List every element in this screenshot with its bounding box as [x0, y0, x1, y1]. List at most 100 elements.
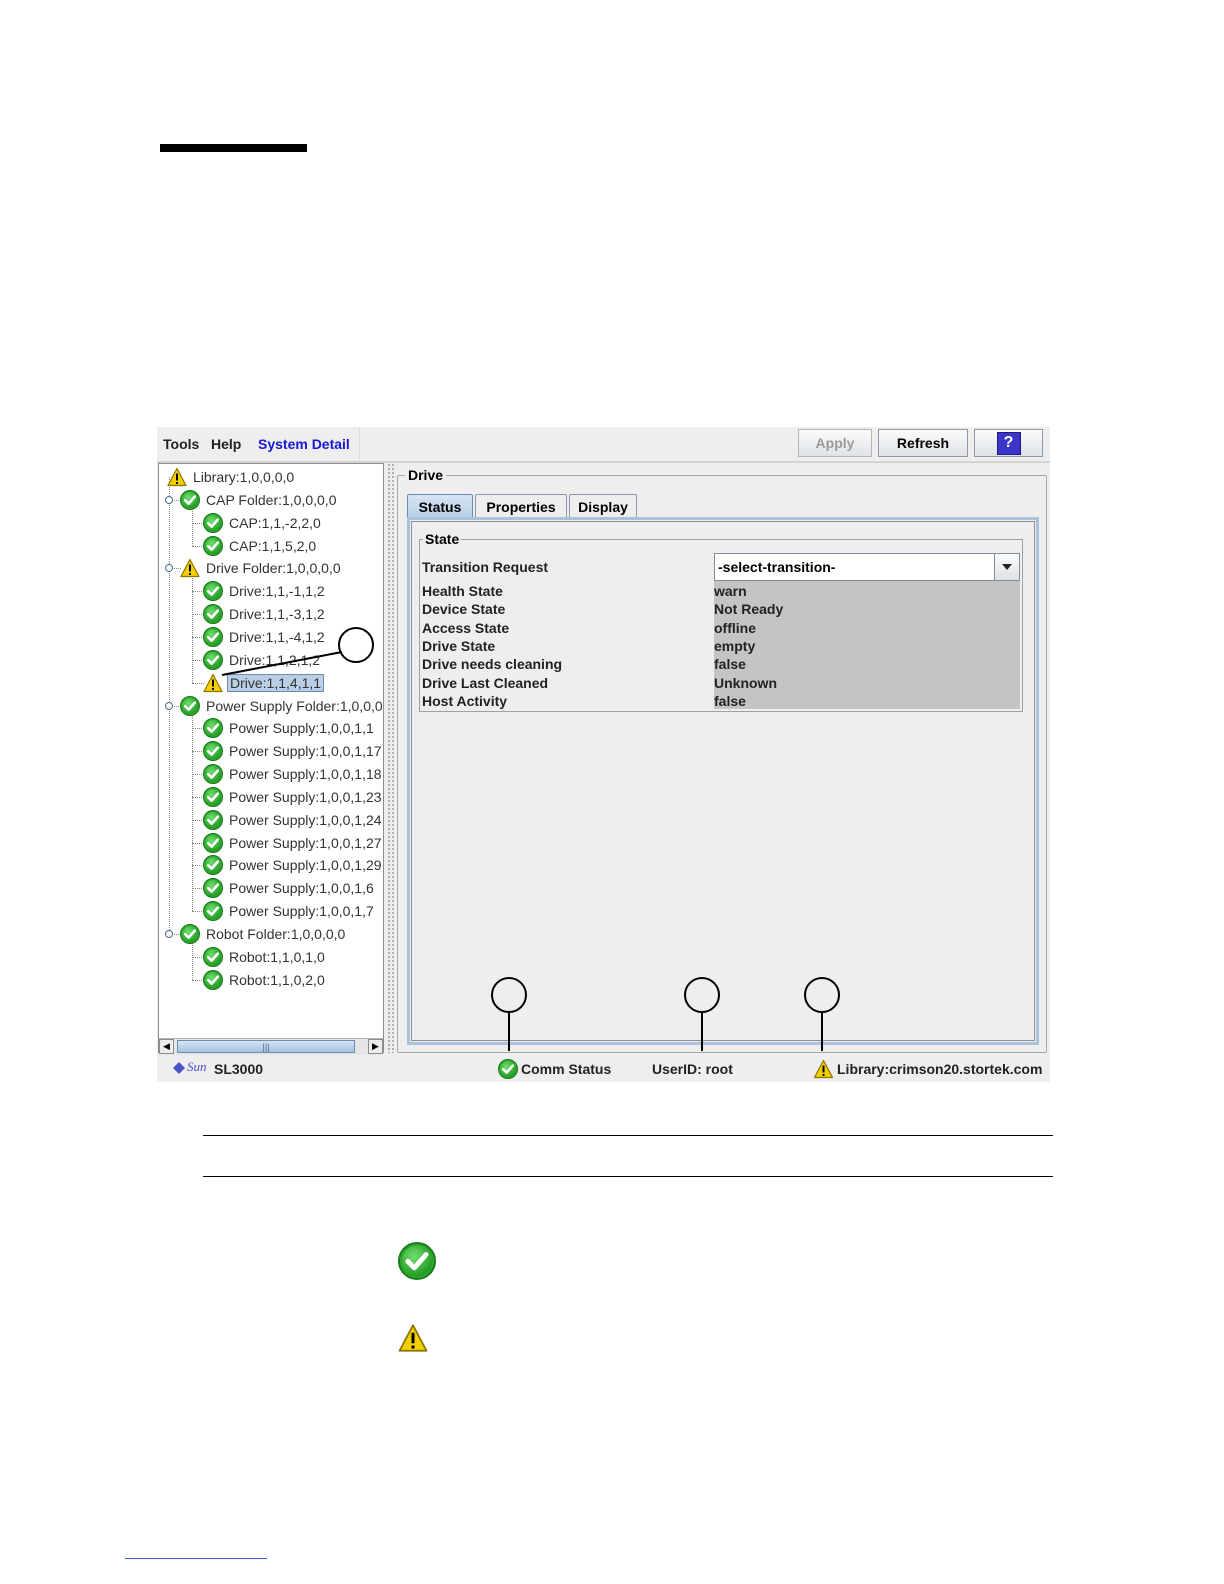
tree-node[interactable]: CAP Folder:1,0,0,0,0 [180, 489, 338, 511]
tree-node-label: Library:1,0,0,0,0 [193, 469, 295, 485]
table-rule-top [203, 1135, 1053, 1136]
tree-expand-handle-icon[interactable] [165, 564, 173, 573]
tree-node[interactable]: Library:1,0,0,0,0 [167, 466, 296, 488]
tree-node[interactable]: Power Supply:1,0,0,1,27 [203, 832, 383, 854]
ok-check-icon [203, 581, 223, 602]
tab-status[interactable]: Status [407, 494, 473, 518]
tree-node[interactable]: Power Supply:1,0,0,1,24 [203, 809, 383, 831]
warning-icon [180, 559, 200, 578]
tree-node-label: CAP Folder:1,0,0,0,0 [206, 491, 337, 508]
ok-check-icon [203, 604, 223, 625]
tree-node[interactable]: Drive Folder:1,0,0,0,0 [180, 557, 343, 579]
tree-horizontal-scrollbar[interactable]: ◀ ||| ▶ [159, 1038, 383, 1055]
sun-logo: Sun [173, 1059, 209, 1077]
state-row-value: false [714, 656, 746, 673]
state-row-value: offline [714, 619, 756, 636]
tree-node[interactable]: Drive:1,1,-3,1,2 [203, 603, 327, 625]
callout-circle-2 [491, 977, 527, 1013]
top-rule [160, 144, 307, 152]
transition-request-select[interactable]: -select-transition- [714, 553, 1020, 581]
ok-check-icon [203, 718, 223, 739]
apply-button[interactable]: Apply [798, 429, 872, 457]
scroll-right-arrow-icon[interactable]: ▶ [368, 1039, 383, 1054]
tree-node[interactable]: Robot Folder:1,0,0,0,0 [180, 923, 347, 945]
refresh-button[interactable]: Refresh [878, 429, 968, 457]
warning-icon [167, 467, 187, 487]
tree-node[interactable]: Power Supply:1,0,0,1,23 [203, 786, 383, 808]
app-window: Tools Help System Detail Apply Refresh ?… [157, 427, 1050, 1082]
state-row-label: Drive needs cleaning [422, 656, 563, 673]
tree-node-label: Power Supply:1,0,0,1,17 [229, 743, 382, 760]
scroll-left-arrow-icon[interactable]: ◀ [159, 1039, 174, 1054]
state-row-label: Device State [422, 601, 506, 618]
menu-help[interactable]: Help [211, 436, 241, 452]
tree-node[interactable]: Drive:1,1,-1,1,2 [203, 580, 327, 602]
warning-status-icon [398, 1324, 428, 1352]
tree-node-label: Robot:1,1,0,2,0 [229, 971, 325, 988]
tree-node[interactable]: Robot:1,1,0,1,0 [203, 946, 327, 968]
sun-logo-text: Sun [187, 1059, 207, 1074]
chevron-down-icon[interactable] [994, 554, 1019, 580]
tree-expand-handle-icon[interactable] [165, 701, 173, 710]
tree-guide-line [192, 568, 194, 683]
menu-system-detail[interactable]: System Detail [258, 436, 350, 452]
ok-check-icon [203, 626, 223, 647]
tree-node-label: Drive:1,1,-1,1,2 [229, 583, 325, 600]
tree-node-label: Power Supply:1,0,0,1,27 [229, 834, 382, 851]
callout-circle-4 [804, 977, 840, 1013]
tree-node-label: Power Supply:1,0,0,1,18 [229, 766, 382, 783]
help-button[interactable]: ? [974, 429, 1043, 457]
ok-check-icon [203, 901, 223, 922]
ok-check-icon [203, 741, 223, 762]
tree-node[interactable]: CAP:1,1,-2,2,0 [203, 512, 323, 534]
ok-check-icon [203, 832, 223, 853]
tab-display[interactable]: Display [569, 494, 637, 518]
tree-node[interactable]: Power Supply:1,0,0,1,17 [203, 740, 383, 762]
ok-check-icon [203, 946, 223, 967]
split-pane-divider[interactable] [387, 463, 395, 1053]
tree-node[interactable]: Power Supply:1,0,0,1,29 [203, 854, 383, 876]
statusbar: Sun SL3000 Comm Status UserID: root Libr… [157, 1055, 1050, 1082]
state-row-label: Host Activity [422, 692, 508, 709]
tree-node[interactable]: Power Supply:1,0,0,1,7 [203, 900, 376, 922]
tree-expand-handle-icon[interactable] [165, 495, 173, 504]
tree-node[interactable]: Drive:1,1,-4,1,2 [203, 626, 327, 648]
state-row-label: Health State [422, 583, 503, 599]
footer-link-underline [125, 1558, 267, 1559]
ok-check-icon [180, 924, 200, 944]
ok-check-icon [203, 969, 223, 990]
tree-node[interactable]: Power Supply Folder:1,0,0,0, [180, 695, 384, 717]
tree-node[interactable]: Power Supply:1,0,0,1,6 [203, 877, 376, 899]
ok-check-icon [203, 786, 223, 807]
library-host: Library:crimson20.stortek.com [837, 1061, 1043, 1077]
tree-node-label: Power Supply Folder:1,0,0,0, [206, 697, 384, 714]
user-id: UserID: root [652, 1061, 733, 1077]
tab-properties[interactable]: Properties [475, 494, 567, 518]
ok-check-icon [203, 855, 223, 876]
tree-node-label: Drive:1,1,-4,1,2 [229, 628, 325, 645]
device-tree: Library:1,0,0,0,0 CAP Folder:1,0,0,0,0 CAP… [158, 463, 384, 1053]
tree-expand-handle-icon[interactable] [165, 930, 173, 938]
tree-node-label: Power Supply:1,0,0,1,1 [229, 720, 374, 737]
scroll-thumb[interactable]: ||| [177, 1040, 355, 1053]
tree-node-label: Power Supply:1,0,0,1,7 [229, 903, 374, 920]
tree-node[interactable]: Power Supply:1,0,0,1,1 [203, 717, 376, 739]
tree-node-label: Power Supply:1,0,0,1,23 [229, 788, 382, 805]
tree-node[interactable]: Robot:1,1,0,2,0 [203, 969, 327, 991]
sun-logo-diamond-icon [173, 1062, 185, 1074]
table-rule-bottom [203, 1176, 1053, 1177]
tree-node-label: Drive:1,1,-3,1,2 [229, 606, 325, 623]
tree-node-label: Robot:1,1,0,1,0 [229, 948, 325, 965]
menu-tools[interactable]: Tools [163, 436, 199, 452]
tree-node[interactable]: CAP:1,1,5,2,0 [203, 535, 318, 557]
callout-line-2 [508, 1013, 510, 1051]
transition-request-value: -select-transition- [718, 559, 836, 575]
callout-circle-3 [684, 977, 720, 1013]
menubar: Tools Help System Detail Apply Refresh ? [157, 427, 1050, 461]
callout-line-4 [821, 1013, 823, 1051]
state-group-title: State [423, 531, 462, 547]
ok-check-icon [203, 512, 223, 533]
tree-node-label: CAP:1,1,5,2,0 [229, 537, 317, 554]
tree-node[interactable]: Power Supply:1,0,0,1,18 [203, 763, 383, 785]
tree-node-label: Power Supply:1,0,0,1,6 [229, 880, 374, 897]
